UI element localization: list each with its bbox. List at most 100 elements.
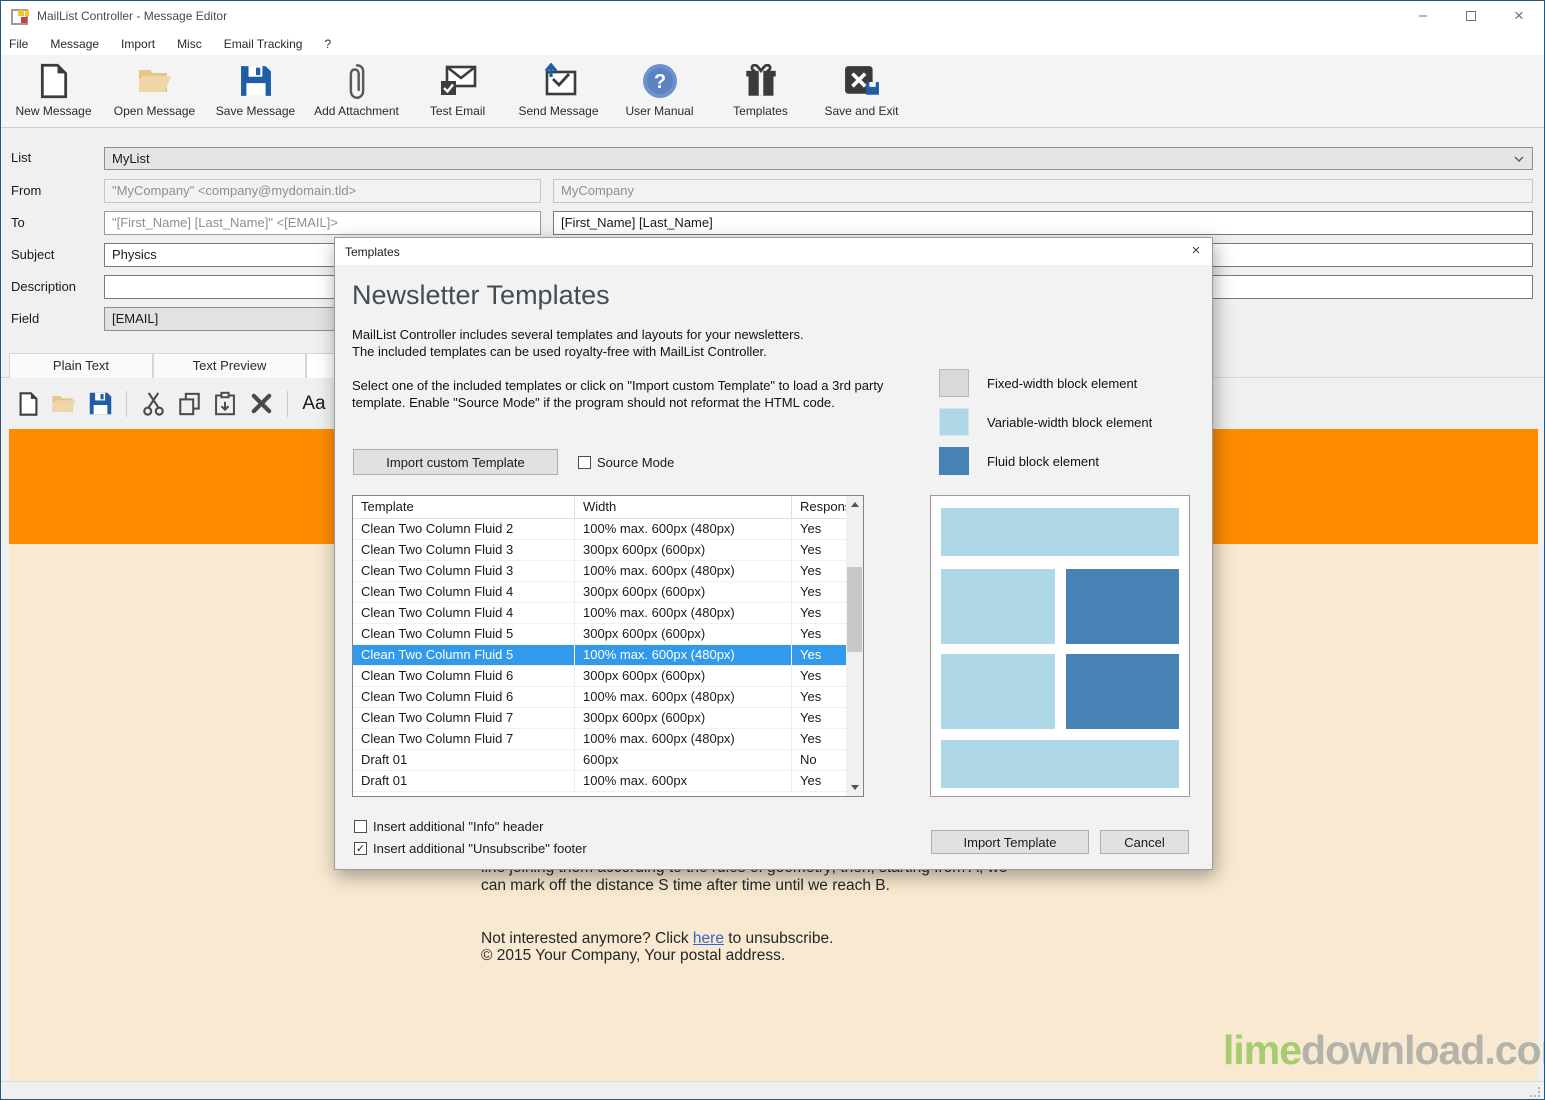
template-list: Template Width Responsive Clean Two Colu… xyxy=(352,495,864,797)
checkbox-box[interactable] xyxy=(354,820,367,833)
menu-misc[interactable]: Misc xyxy=(166,34,213,54)
import-custom-template-button[interactable]: Import custom Template xyxy=(353,449,558,475)
close-button[interactable]: × xyxy=(1496,1,1542,33)
exit-save-icon xyxy=(844,61,880,101)
envelope-check-icon xyxy=(439,61,477,101)
delete-x-icon[interactable] xyxy=(248,390,274,418)
legend-fixed-width: Fixed-width block element xyxy=(939,369,1137,397)
cut-scissors-icon[interactable] xyxy=(140,390,166,418)
minimize-button[interactable]: – xyxy=(1400,1,1446,33)
dialog-heading: Newsletter Templates xyxy=(352,280,610,311)
to-display-field[interactable]: [First_Name] [Last_Name] xyxy=(553,211,1533,235)
table-row[interactable]: Clean Two Column Fluid 6 300px 600px (60… xyxy=(353,666,863,687)
column-header-width[interactable]: Width xyxy=(575,496,792,518)
list-scrollbar[interactable] xyxy=(846,496,863,796)
dialog-close-button[interactable]: × xyxy=(1181,242,1211,262)
cancel-button[interactable]: Cancel xyxy=(1100,830,1189,854)
table-row[interactable]: Clean Two Column Fluid 6 100% max. 600px… xyxy=(353,687,863,708)
toolbar-separator xyxy=(287,391,288,417)
template-rows: Clean Two Column Fluid 2 100% max. 600px… xyxy=(353,519,863,792)
open-folder-icon[interactable] xyxy=(51,390,77,418)
template-list-header: Template Width Responsive xyxy=(353,496,863,519)
paste-clipboard-icon[interactable] xyxy=(212,390,238,418)
table-row[interactable]: Clean Two Column Fluid 5 100% max. 600px… xyxy=(353,645,863,666)
subject-label: Subject xyxy=(11,247,101,262)
legend-variable-width: Variable-width block element xyxy=(939,408,1152,436)
legend-fluid: Fluid block element xyxy=(939,447,1099,475)
insert-unsubscribe-footer-checkbox[interactable]: Insert additional "Unsubscribe" footer xyxy=(354,841,587,856)
font-aa-icon[interactable]: Aa xyxy=(301,390,327,418)
user-manual-button[interactable]: ? User Manual xyxy=(609,55,710,127)
table-row[interactable]: Draft 01 100% max. 600px Yes xyxy=(353,771,863,792)
toolbar-separator xyxy=(126,391,127,417)
send-message-button[interactable]: Send Message xyxy=(508,55,609,127)
new-message-icon xyxy=(40,61,68,101)
preview-block-top xyxy=(941,508,1179,556)
status-bar xyxy=(1,1081,1544,1100)
fixed-block-swatch xyxy=(939,369,969,397)
scroll-down-icon[interactable] xyxy=(846,779,863,796)
description-label: Description xyxy=(11,279,101,294)
open-message-button[interactable]: Open Message xyxy=(104,55,205,127)
insert-info-header-checkbox[interactable]: Insert additional "Info" header xyxy=(354,819,543,834)
gift-box-icon xyxy=(745,61,777,101)
maximize-button[interactable] xyxy=(1448,1,1494,33)
resize-grip-icon[interactable] xyxy=(1530,1087,1540,1097)
dialog-description-2: Select one of the included templates or … xyxy=(352,377,883,411)
menu-file[interactable]: File xyxy=(9,34,39,54)
preview-block-bottom xyxy=(941,740,1179,788)
table-row[interactable]: Clean Two Column Fluid 4 300px 600px (60… xyxy=(353,582,863,603)
column-header-responsive[interactable]: Responsive xyxy=(792,496,848,518)
to-address-field[interactable]: "[First_Name] [Last_Name]" <[EMAIL]> xyxy=(104,211,541,235)
add-attachment-button[interactable]: Add Attachment xyxy=(306,55,407,127)
templates-button[interactable]: Templates xyxy=(710,55,811,127)
list-dropdown[interactable]: MyList xyxy=(104,147,1533,170)
app-icon xyxy=(11,9,28,25)
checkbox-box[interactable] xyxy=(578,456,591,469)
from-display-field[interactable]: MyCompany xyxy=(553,179,1533,203)
table-row[interactable]: Clean Two Column Fluid 3 100% max. 600px… xyxy=(353,561,863,582)
tab-plain-text[interactable]: Plain Text xyxy=(9,353,153,378)
menu-import[interactable]: Import xyxy=(110,34,166,54)
unsubscribe-link[interactable]: here xyxy=(693,930,724,947)
import-template-button[interactable]: Import Template xyxy=(931,830,1089,854)
menu-message[interactable]: Message xyxy=(39,34,110,54)
table-row[interactable]: Draft 01 600px No xyxy=(353,750,863,771)
copy-icon[interactable] xyxy=(176,390,202,418)
floppy-disk-icon xyxy=(240,61,272,101)
source-mode-checkbox[interactable]: Source Mode xyxy=(578,455,674,470)
save-and-exit-button[interactable]: Save and Exit xyxy=(811,55,912,127)
table-row[interactable]: Clean Two Column Fluid 5 300px 600px (60… xyxy=(353,624,863,645)
watermark: limedownload.com xyxy=(1223,1027,1545,1074)
tab-text-preview[interactable]: Text Preview xyxy=(153,353,306,378)
templates-dialog: Templates × Newsletter Templates MailLis… xyxy=(334,237,1213,870)
column-header-template[interactable]: Template xyxy=(353,496,575,518)
table-row[interactable]: Clean Two Column Fluid 4 100% max. 600px… xyxy=(353,603,863,624)
new-message-button[interactable]: New Message xyxy=(3,55,104,127)
preview-block-row1-right xyxy=(1066,569,1179,644)
newsletter-footer-text: Not interested anymore? Click here to un… xyxy=(481,930,1121,964)
new-page-icon[interactable] xyxy=(15,390,41,418)
preview-block-row1-left xyxy=(941,569,1055,644)
variable-block-swatch xyxy=(939,408,969,436)
menu-help[interactable]: ? xyxy=(313,34,342,54)
main-toolbar: New Message Open Message Save Message Ad… xyxy=(1,55,1544,128)
from-address-field[interactable]: "MyCompany" <company@mydomain.tld> xyxy=(104,179,541,203)
envelope-up-arrow-icon xyxy=(540,61,578,101)
menu-email-tracking[interactable]: Email Tracking xyxy=(213,34,314,54)
copyright-text: © 2015 Your Company, Your postal address… xyxy=(481,947,1121,964)
test-email-button[interactable]: Test Email xyxy=(407,55,508,127)
table-row[interactable]: Clean Two Column Fluid 3 300px 600px (60… xyxy=(353,540,863,561)
field-label: Field xyxy=(11,311,101,326)
window-title: MailList Controller - Message Editor xyxy=(37,9,227,23)
table-row[interactable]: Clean Two Column Fluid 7 300px 600px (60… xyxy=(353,708,863,729)
save-message-button[interactable]: Save Message xyxy=(205,55,306,127)
checkbox-box[interactable] xyxy=(354,842,367,855)
table-row[interactable]: Clean Two Column Fluid 2 100% max. 600px… xyxy=(353,519,863,540)
title-bar: MailList Controller - Message Editor – × xyxy=(1,1,1544,33)
scrollbar-thumb[interactable] xyxy=(847,567,862,652)
menu-bar: File Message Import Misc Email Tracking … xyxy=(1,33,1544,55)
table-row[interactable]: Clean Two Column Fluid 7 100% max. 600px… xyxy=(353,729,863,750)
floppy-disk-icon[interactable] xyxy=(87,390,113,418)
scroll-up-icon[interactable] xyxy=(846,496,863,513)
